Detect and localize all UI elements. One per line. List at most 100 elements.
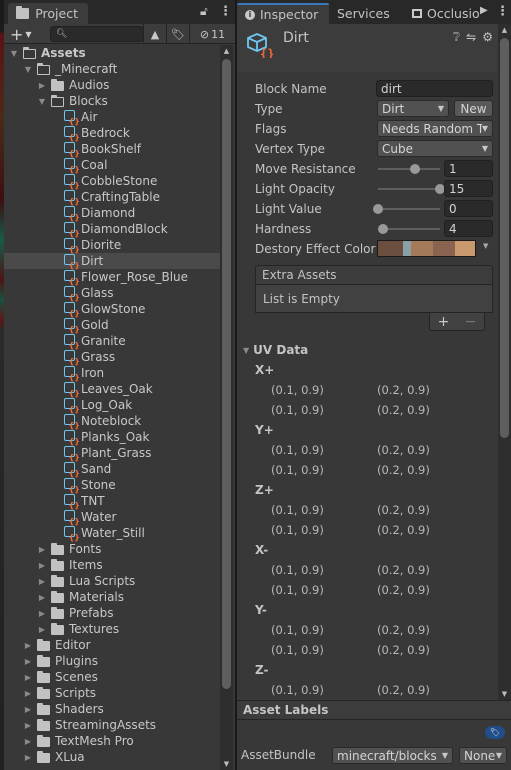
tab-services[interactable]: Services [337,3,390,24]
block-asset-item[interactable]: {} Bedrock [4,125,220,142]
expand-arrow-icon[interactable]: ▶ [22,689,34,698]
folder-item[interactable]: ▼ Blocks [4,93,220,109]
expand-arrow-icon[interactable]: ▶ [22,705,34,714]
vertex-type-dropdown[interactable]: Cube ▼ [377,140,493,157]
folder-item[interactable]: ▶ Shaders [4,701,220,717]
scrollbar-thumb[interactable] [500,38,509,438]
presets-icon[interactable]: ⇋ [466,30,476,45]
hidden-packages-button[interactable]: ⊘ 11 [189,24,235,44]
block-asset-item[interactable]: {} CraftingTable [4,189,220,206]
project-scrollbar[interactable]: ▲ ▼ [220,45,233,770]
lock-icon[interactable]: 🔓︎ [200,4,208,19]
block-name-input[interactable]: dirt [376,80,493,97]
block-asset-item[interactable]: {} CobbleStone [4,173,220,190]
block-asset-item[interactable]: {} Diorite [4,237,220,254]
folder-item[interactable]: ▼ _Minecraft [4,61,220,77]
expand-arrow-icon[interactable]: ▶ [22,721,34,730]
light-opacity-slider[interactable] [378,188,440,190]
block-asset-item[interactable]: {} Planks_Oak [4,429,220,446]
block-asset-item[interactable]: {} Coal [4,157,220,174]
asset-variant-dropdown[interactable]: None ▼ [459,747,507,764]
folder-item[interactable]: ▶ Scripts [4,685,220,701]
block-asset-item[interactable]: {} Stone [4,477,220,494]
add-item-button[interactable]: + [438,314,450,330]
block-asset-item[interactable]: {} Leaves_Oak [4,381,220,398]
new-type-button[interactable]: New [454,100,493,117]
inspector-scrollbar[interactable]: ▲ ▼ [498,24,511,700]
folder-item[interactable]: ▼ Assets [4,45,220,61]
block-asset-item[interactable]: {} BookShelf [4,141,220,158]
expand-arrow-icon[interactable]: ▶ [22,673,34,682]
move-resistance-input[interactable]: 1 [444,160,493,177]
block-asset-item[interactable]: {} Air [4,109,220,126]
expand-arrow-icon[interactable]: ▶ [22,737,34,746]
scroll-up-arrow-icon[interactable]: ▲ [498,26,511,34]
filter-by-type-button[interactable]: ▲ [143,24,166,44]
collapse-arrow-icon[interactable]: ▼ [36,97,48,106]
light-opacity-input[interactable]: 15 [444,180,493,197]
block-asset-item[interactable]: {} Diamond [4,205,220,222]
block-asset-item[interactable]: {} Dirt [4,253,220,270]
more-menu-icon[interactable]: ⋮ [496,4,509,19]
light-value-slider-knob[interactable] [373,204,383,214]
expand-arrow-icon[interactable]: ▶ [36,609,48,618]
block-asset-item[interactable]: {} Grass [4,349,220,366]
collapse-arrow-icon[interactable]: ▼ [8,49,20,58]
tabs-scroll-right-icon[interactable]: ▶ [480,5,488,16]
scroll-down-arrow-icon[interactable]: ▼ [220,760,233,768]
folder-item[interactable]: ▶ Editor [4,637,220,653]
block-asset-item[interactable]: {} Plant_Grass [4,445,220,462]
block-asset-item[interactable]: {} Sand [4,461,220,478]
tab-project[interactable]: Project [8,3,88,24]
extra-assets-header[interactable]: Extra Assets [255,265,493,285]
type-dropdown[interactable]: Dirt ▼ [377,100,449,117]
block-asset-item[interactable]: {} Glass [4,285,220,302]
flags-dropdown[interactable]: Needs Random Ti ▼ [377,120,493,137]
folder-item[interactable]: ▶ TextMesh Pro [4,733,220,749]
light-value-slider[interactable] [378,208,440,210]
move-resistance-slider[interactable] [378,168,440,170]
block-asset-item[interactable]: {} Log_Oak [4,397,220,414]
folder-item[interactable]: ▶ Audios [4,77,220,93]
add-label-button[interactable]: 🏷︎ [485,726,505,739]
folder-item[interactable]: ▶ Fonts [4,541,220,557]
folder-item[interactable]: ▶ Materials [4,589,220,605]
expand-arrow-icon[interactable]: ▶ [36,593,48,602]
expand-arrow-icon[interactable]: ▶ [22,657,34,666]
filter-by-label-button[interactable]: 🏷︎ [166,24,189,44]
scroll-up-arrow-icon[interactable]: ▲ [220,47,233,55]
scrollbar-thumb[interactable] [222,59,231,689]
light-value-input[interactable]: 0 [444,200,493,217]
expand-arrow-icon[interactable]: ▶ [36,625,48,634]
block-asset-item[interactable]: {} Iron [4,365,220,382]
block-asset-item[interactable]: {} Noteblock [4,413,220,430]
scroll-down-arrow-icon[interactable]: ▼ [498,690,511,698]
create-button[interactable]: + ▼ [10,24,32,44]
collapse-arrow-icon[interactable]: ▼ [22,65,34,74]
folder-item[interactable]: ▶ Items [4,557,220,573]
folder-item[interactable]: ▶ Textures [4,621,220,637]
search-input[interactable]: 🔍︎ [50,26,144,42]
chevron-down-icon[interactable]: ▼ [483,242,488,250]
folder-item[interactable]: ▶ Lua Scripts [4,573,220,589]
hardness-input[interactable]: 4 [444,220,493,237]
folder-item[interactable]: ▶ XLua [4,749,220,765]
block-asset-item[interactable]: {} Water_Still [4,525,220,542]
remove-item-button[interactable]: − [465,314,477,330]
block-asset-item[interactable]: {} Flower_Rose_Blue [4,269,220,286]
asset-bundle-dropdown[interactable]: minecraft/blocks ▼ [332,747,453,764]
hardness-slider-knob[interactable] [377,224,388,234]
expand-arrow-icon[interactable]: ▶ [22,641,34,650]
expand-arrow-icon[interactable]: ▶ [22,753,34,762]
destroy-effect-color-field[interactable] [377,240,476,257]
tab-inspector[interactable]: i Inspector [237,3,329,24]
block-asset-item[interactable]: {} Water [4,509,220,526]
block-asset-item[interactable]: {} Gold [4,317,220,334]
block-asset-item[interactable]: {} GlowStone [4,301,220,318]
block-asset-item[interactable]: {} DiamondBlock [4,221,220,238]
expand-arrow-icon[interactable]: ▶ [36,561,48,570]
tab-occlusion[interactable]: Occlusio [412,3,480,24]
uv-data-foldout[interactable]: ▼ UV Data [243,341,308,359]
folder-item[interactable]: ▶ Prefabs [4,605,220,621]
block-asset-item[interactable]: {} Granite [4,333,220,350]
